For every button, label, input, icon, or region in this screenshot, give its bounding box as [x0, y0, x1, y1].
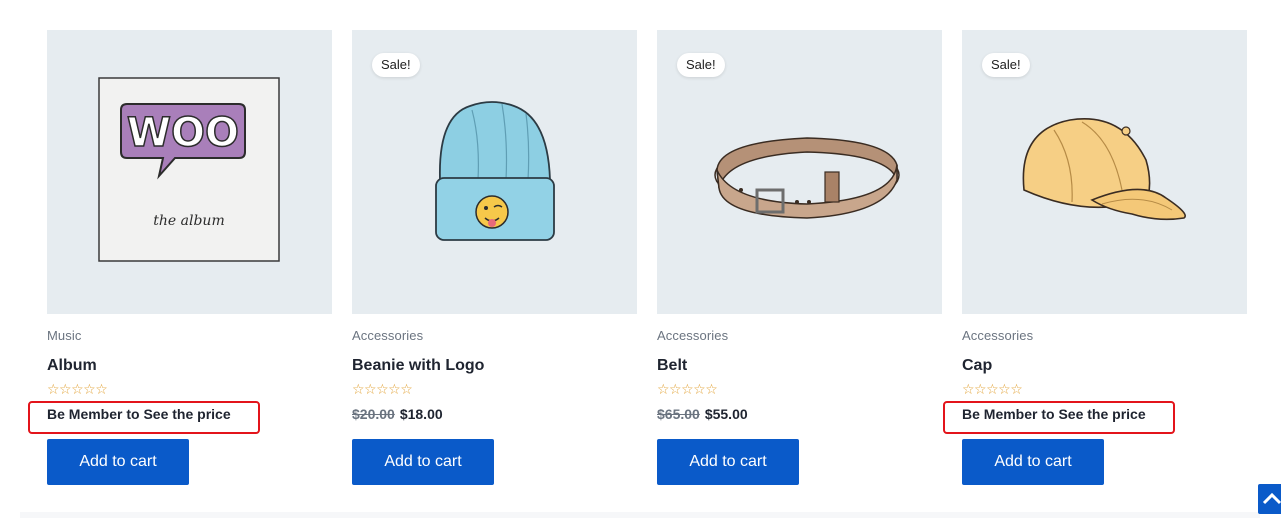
- product-image[interactable]: Sale!: [352, 30, 637, 314]
- price-old: $65.00: [657, 406, 700, 422]
- sale-badge: Sale!: [372, 53, 420, 77]
- product-grid: WOO the album Music Album ☆☆☆☆☆ Be Membe…: [0, 0, 1281, 518]
- product-card-cap: Sale! Accessories Cap ☆☆☆☆☆ Be Member to…: [943, 30, 1247, 485]
- product-image[interactable]: WOO the album: [47, 30, 332, 314]
- product-category[interactable]: Accessories: [962, 328, 1033, 343]
- product-title[interactable]: Beanie with Logo: [352, 357, 484, 375]
- chevron-up-icon: [1262, 492, 1281, 505]
- product-price: $65.00 $55.00: [657, 406, 748, 422]
- product-card-belt: Sale! Accessories Belt ☆☆☆☆☆ $65.00 $55.0…: [657, 30, 942, 485]
- price-current: $18.00: [399, 406, 443, 422]
- rating-stars: ☆☆☆☆☆: [962, 381, 1023, 397]
- product-price: Be Member to See the price: [47, 406, 231, 422]
- price-current: $55.00: [704, 406, 748, 422]
- album-image: WOO the album: [98, 77, 280, 262]
- product-title[interactable]: Album: [47, 357, 97, 375]
- scroll-to-top-button[interactable]: [1258, 484, 1281, 514]
- svg-text:WOO: WOO: [127, 110, 239, 156]
- product-category[interactable]: Music: [47, 328, 81, 343]
- sale-badge: Sale!: [677, 53, 725, 77]
- product-image[interactable]: Sale!: [657, 30, 942, 314]
- product-category[interactable]: Accessories: [657, 328, 728, 343]
- product-card-album: WOO the album Music Album ☆☆☆☆☆ Be Membe…: [28, 30, 332, 485]
- add-to-cart-button[interactable]: Add to cart: [657, 439, 799, 485]
- product-image[interactable]: Sale!: [962, 30, 1247, 314]
- footer-divider: [20, 512, 1260, 518]
- price-old: $20.00: [352, 406, 395, 422]
- product-price: $20.00 $18.00: [352, 406, 443, 422]
- product-category[interactable]: Accessories: [352, 328, 423, 343]
- product-title[interactable]: Belt: [657, 357, 687, 375]
- rating-stars: ☆☆☆☆☆: [657, 381, 718, 397]
- rating-stars: ☆☆☆☆☆: [47, 381, 108, 397]
- add-to-cart-button[interactable]: Add to cart: [47, 439, 189, 485]
- price-current: Be Member to See the price: [962, 406, 1146, 422]
- svg-text:the album: the album: [153, 213, 224, 229]
- add-to-cart-button[interactable]: Add to cart: [352, 439, 494, 485]
- product-price: Be Member to See the price: [962, 406, 1146, 422]
- rating-stars: ☆☆☆☆☆: [352, 381, 413, 397]
- product-card-beanie: Sale! Accessories Beanie with Logo ☆☆☆☆☆…: [352, 30, 637, 485]
- sale-badge: Sale!: [982, 53, 1030, 77]
- price-current: Be Member to See the price: [47, 406, 231, 422]
- product-title[interactable]: Cap: [962, 357, 992, 375]
- add-to-cart-button[interactable]: Add to cart: [962, 439, 1104, 485]
